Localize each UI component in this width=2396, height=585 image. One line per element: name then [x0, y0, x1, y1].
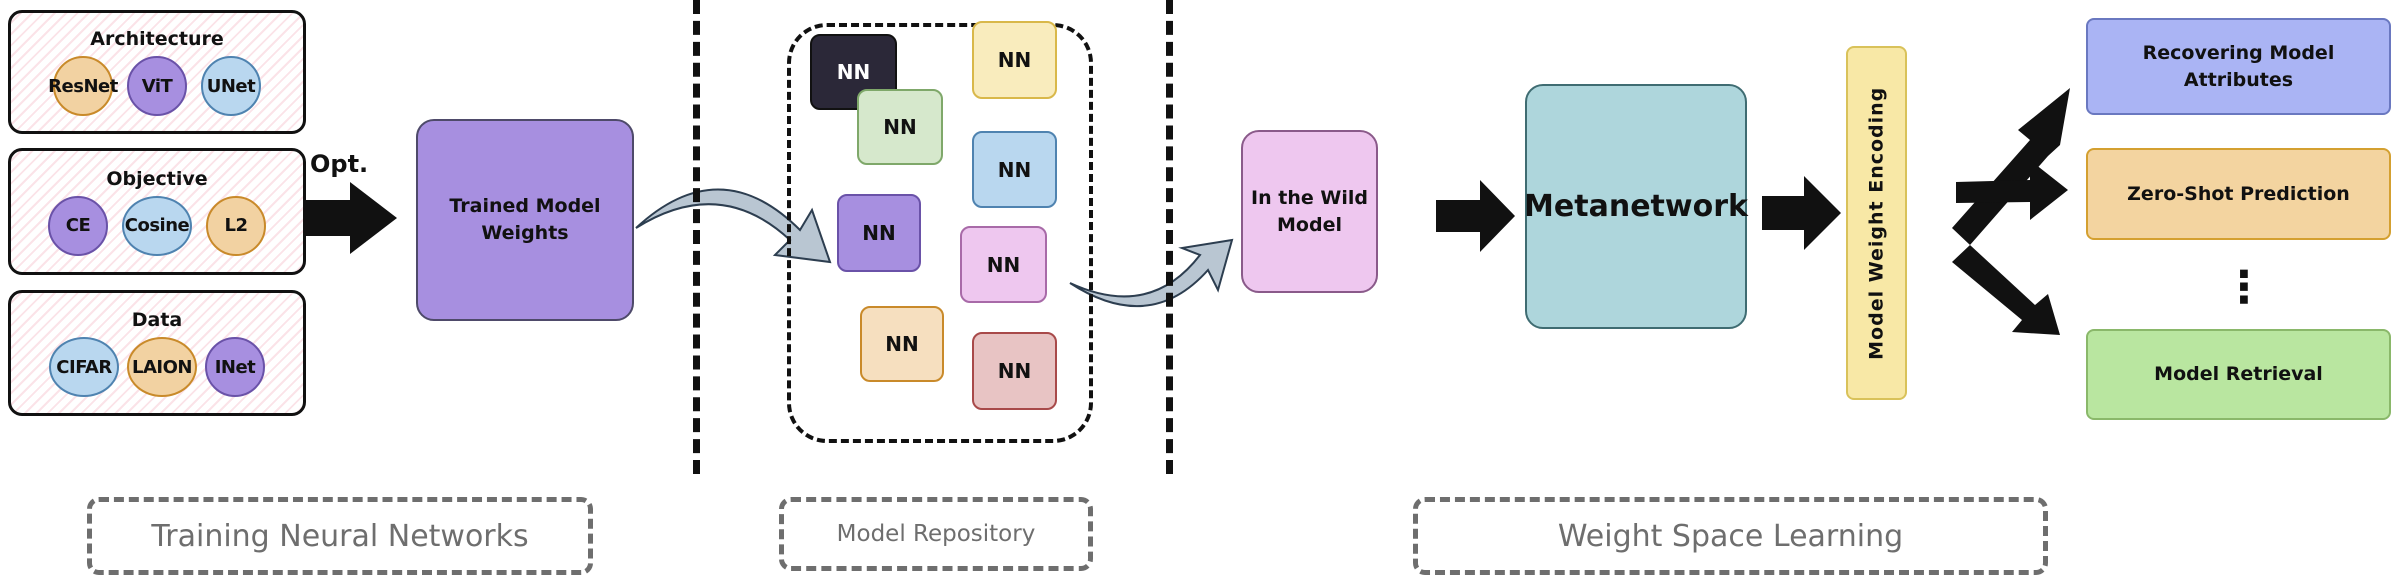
in-the-wild-model-box: In the Wild Model: [1241, 130, 1378, 293]
chip-row: CE Cosine L2: [48, 195, 266, 256]
nn-box: NN: [972, 21, 1057, 99]
chip-laion: LAION: [127, 337, 197, 397]
group-title: Objective: [106, 167, 208, 190]
group-title: Data: [131, 309, 183, 331]
opt-arrow: [302, 182, 397, 254]
chip-l2: L2: [206, 195, 266, 256]
section-label-weight-space: Weight Space Learning: [1413, 497, 2048, 575]
nn-box: NN: [960, 226, 1047, 303]
output-model-retrieval: Model Retrieval: [2086, 329, 2391, 420]
chip-inet: INet: [205, 337, 265, 397]
output-zero-shot-prediction: Zero-Shot Prediction: [2086, 148, 2391, 240]
chip-cosine: Cosine: [122, 195, 192, 256]
trained-model-weights-box: Trained Model Weights: [416, 119, 634, 321]
chip-ce: CE: [48, 195, 108, 256]
chip-unet: UNet: [201, 56, 261, 116]
nn-box: NN: [857, 89, 943, 165]
ellipsis: ⋮: [2222, 262, 2266, 313]
divider-left: [693, 0, 700, 474]
architecture-group: Architecture ResNet ViT UNet: [8, 10, 306, 134]
arrow-to-retrieval: [1952, 245, 2060, 335]
nn-box: NN: [972, 332, 1057, 410]
chip-row: CIFAR LAION INet: [49, 337, 265, 397]
arrow-to-encoding: [1762, 176, 1841, 250]
arrow-to-attributes: [1952, 88, 2070, 245]
opt-label: Opt.: [310, 150, 369, 178]
chip-resnet: ResNet: [48, 56, 118, 116]
chip-cifar: CIFAR: [49, 337, 119, 397]
model-weight-encoding-bar: Model Weight Encoding: [1846, 46, 1907, 400]
section-label-repository: Model Repository: [779, 497, 1093, 571]
divider-right: [1166, 0, 1173, 474]
output-recovering-attributes: Recovering Model Attributes: [2086, 18, 2391, 115]
nn-box: NN: [972, 131, 1057, 208]
chip-row: ResNet ViT UNet: [48, 56, 261, 116]
encoding-label: Model Weight Encoding: [1865, 86, 1888, 360]
nn-box: NN: [837, 194, 921, 272]
nn-box: NN: [860, 306, 944, 382]
group-title: Architecture: [90, 28, 224, 50]
chip-vit: ViT: [127, 56, 187, 116]
metanetwork-box: Metanetwork: [1524, 84, 1748, 329]
data-group: Data CIFAR LAION INet: [8, 290, 306, 416]
objective-group: Objective CE Cosine L2: [8, 148, 306, 275]
arrow-to-metanetwork: [1436, 180, 1515, 252]
curved-arrow-to-wild: [1069, 238, 1234, 308]
section-label-training: Training Neural Networks: [87, 497, 593, 575]
